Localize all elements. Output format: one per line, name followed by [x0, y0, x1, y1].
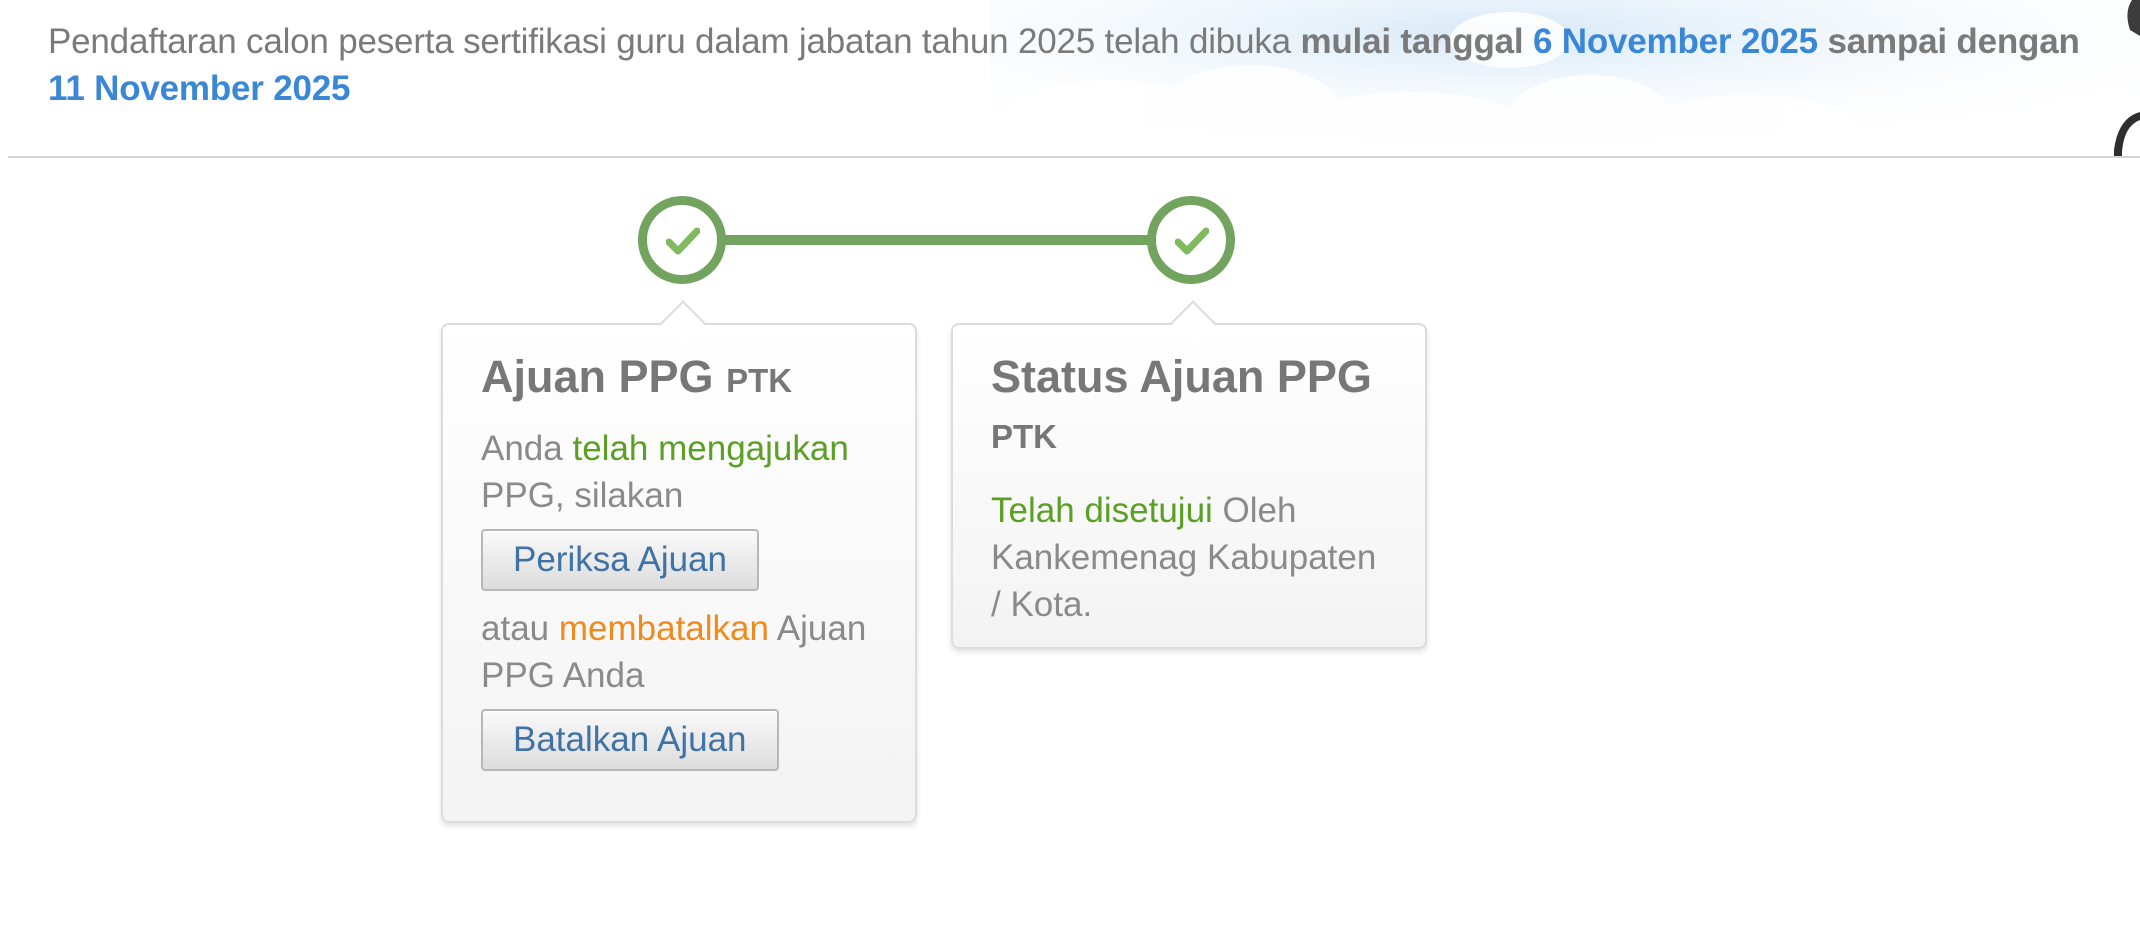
status-ajuan-title: Status Ajuan PPG PTK	[991, 349, 1387, 465]
progress-stepper	[0, 196, 2140, 286]
step-connector	[720, 235, 1150, 245]
page: Pendaftaran calon peserta sertifikasi gu…	[0, 0, 2140, 948]
announcement-sampai: sampai dengan	[1827, 22, 2080, 61]
ajuan-text-before: Anda	[481, 429, 563, 468]
announcement-prefix: Pendaftaran calon peserta sertifikasi gu…	[48, 22, 1291, 61]
ajuan-ppg-card: Ajuan PPG PTK Anda telah mengajukan PPG,…	[441, 300, 917, 823]
card-pointer	[660, 300, 706, 346]
ajuan-ppg-title: Ajuan PPG PTK	[481, 349, 877, 409]
announcement-mulai: mulai tanggal	[1300, 22, 1524, 61]
step-1-complete	[638, 196, 726, 284]
status-ajuan-title-main: Status Ajuan PPG	[991, 351, 1372, 402]
ajuan-ppg-title-main: Ajuan PPG	[481, 351, 714, 402]
status-text-highlight: Telah disetujui	[991, 491, 1213, 530]
status-ajuan-card: Status Ajuan PPG PTK Telah disetujui Ole…	[951, 300, 1427, 649]
announcement-text: Pendaftaran calon peserta sertifikasi gu…	[48, 18, 2098, 112]
ajuan-text-highlight: telah mengajukan	[572, 429, 849, 468]
start-date: 6 November 2025	[1532, 22, 1818, 61]
announcement-banner: Pendaftaran calon peserta sertifikasi gu…	[0, 0, 2140, 156]
ajuan-cancel-text: atau membatalkan Ajuan PPG Anda	[481, 605, 877, 699]
cancel-text-highlight: membatalkan	[558, 609, 769, 648]
cancel-text-before: atau	[481, 609, 550, 648]
check-icon	[666, 227, 700, 255]
step-2-complete	[1147, 196, 1235, 284]
ajuan-text-after: PPG, silakan	[481, 476, 684, 515]
status-ajuan-title-sub: PTK	[991, 418, 1057, 455]
end-date: 11 November 2025	[48, 69, 351, 108]
header-divider	[8, 156, 2140, 158]
periksa-ajuan-button[interactable]: Periksa Ajuan	[481, 529, 760, 591]
status-approved-text: Telah disetujui Oleh Kankemenag Kabupate…	[991, 487, 1387, 628]
ajuan-submitted-text: Anda telah mengajukan PPG, silakan	[481, 425, 877, 519]
mascot-illustration	[2114, 0, 2140, 156]
ajuan-ppg-title-sub: PTK	[726, 362, 793, 399]
card-pointer	[1170, 300, 1216, 346]
check-icon	[1175, 227, 1209, 255]
batalkan-ajuan-button[interactable]: Batalkan Ajuan	[481, 709, 779, 771]
